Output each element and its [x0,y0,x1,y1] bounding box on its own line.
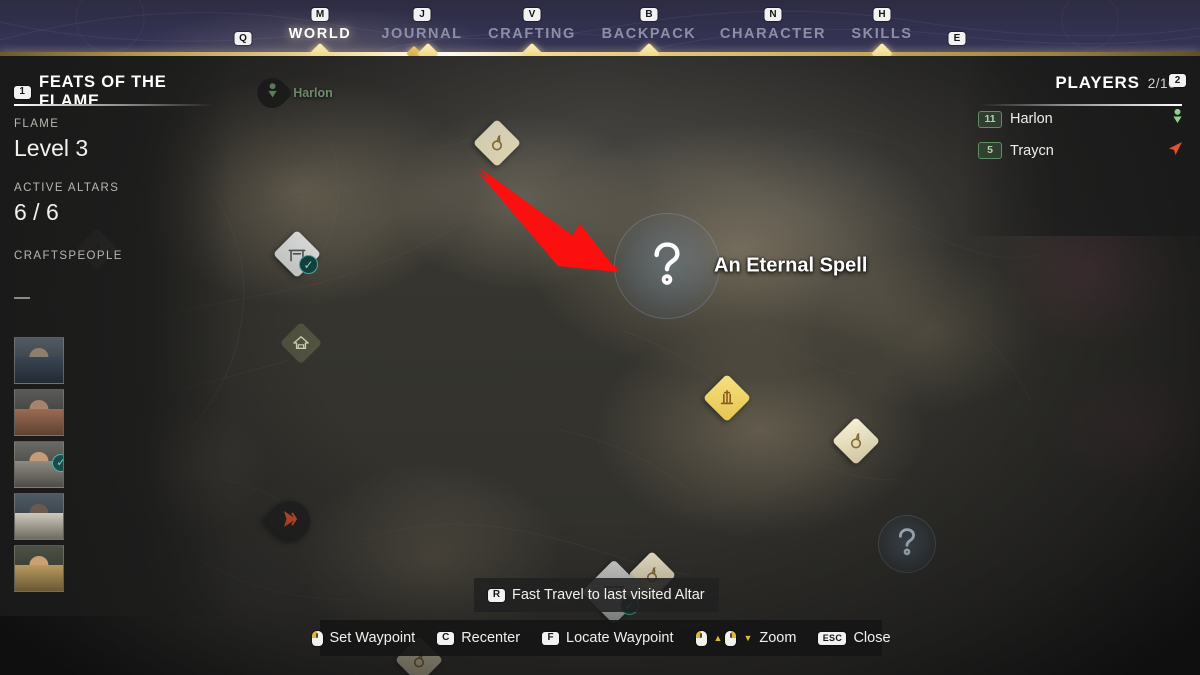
hotbar-zoom[interactable]: ▲ ▼ Zoom [695,630,797,646]
annotation-arrow [478,168,620,272]
panel-divider [14,104,214,106]
hotbar-close[interactable]: ESC Close [818,630,891,646]
list-item[interactable] [14,389,64,436]
active-altars-label: ACTIVE ALTARS [14,182,120,194]
nav-item-journal[interactable]: JOURNAL [381,26,462,42]
flame-level-value: Level 3 [14,135,89,161]
nav-item-crafting[interactable]: CRAFTING [488,26,576,42]
player-pin-icon [266,82,279,104]
player-level-badge: 11 [978,110,1002,128]
craftspeople-label: CRAFTSPEOPLE [14,250,123,262]
poi-question-small[interactable] [878,515,936,573]
nav-key-world[interactable]: M [311,8,329,21]
hotbar-locate-waypoint[interactable]: F Locate Waypoint [542,630,674,646]
map-hotbar: Set Waypoint C Recenter F Locate Waypoin… [311,620,891,656]
poi-label: An Eternal Spell [714,254,868,277]
fast-travel-tooltip: R Fast Travel to last visited Altar [474,578,719,612]
player-level-badge: 5 [978,142,1002,159]
players-panel: PLAYERS 2/16 2 11 Harlon 5 Traycn [960,56,1200,236]
flame-altar-icon [489,134,506,152]
mouse-scroll-icon [725,630,737,646]
players-title-row: PLAYERS 2/16 [1055,73,1176,93]
player-name: Traycn [1010,142,1054,159]
list-item[interactable] [14,337,64,384]
scroll-down-indicator-icon: ▼ [743,633,753,643]
monument-icon [718,389,736,407]
waypoint-arrow-icon [279,508,301,535]
map-screen: ✓ An Eternal Spell Harlon Q E M WORLD J … [0,0,1200,675]
craftspeople-list: ✓ [14,337,64,592]
scroll-up-indicator-icon: ▲ [713,633,723,643]
question-mark-icon [895,527,919,561]
hotbar-set-waypoint[interactable]: Set Waypoint [311,630,416,646]
hotbar-key[interactable]: F [542,631,560,645]
flame-label: FLAME [14,118,60,130]
nav-key-backpack[interactable]: B [640,8,658,21]
nav-key-skills[interactable]: H [873,8,891,21]
top-navigation-bar: Q E M WORLD J JOURNAL V CRAFTING B BACKP… [0,0,1200,56]
nav-item-backpack[interactable]: BACKPACK [602,26,697,42]
hotbar-key[interactable]: ESC [818,631,847,645]
altar-marker-north[interactable] [472,118,522,168]
list-item[interactable] [14,493,64,540]
hotbar-label: Close [853,630,891,646]
arrow-red-icon [1166,139,1184,162]
players-title: PLAYERS [1055,73,1140,92]
players-badge: 2 [1169,74,1186,87]
mouse-scroll-icon [695,630,707,646]
hotbar-label: Recenter [461,630,521,646]
shelter-icon [292,335,310,351]
gate-marker[interactable]: ✓ [272,229,322,279]
hotbar-label: Locate Waypoint [566,630,674,646]
fast-travel-key[interactable]: R [488,588,505,602]
list-item[interactable]: 11 Harlon [978,108,1184,130]
altar-marker-east[interactable] [831,416,881,466]
player-name: Harlon [1010,111,1053,127]
nav-item-character[interactable]: CHARACTER [720,26,826,42]
nav-next-key[interactable]: E [948,32,966,45]
gate-completed-check-icon: ✓ [299,255,318,274]
list-item[interactable] [14,545,64,592]
map-player-tag-label: Harlon [293,86,333,100]
hotbar-label: Zoom [759,630,797,646]
nav-key-journal[interactable]: J [413,8,431,21]
flame-altar-icon [848,432,865,450]
panel-title-badge: 1 [14,85,31,99]
players-divider [980,104,1182,106]
waypoint-pin[interactable] [261,492,319,550]
hotbar-recenter[interactable]: C Recenter [437,630,520,646]
hotbar-key[interactable]: C [437,631,455,645]
map-player-tag-harlon[interactable]: Harlon [250,71,333,115]
panel-small-dash [14,297,30,299]
shelter-marker[interactable] [279,321,323,365]
monument-marker[interactable] [702,373,752,423]
list-item[interactable]: ✓ [14,441,64,488]
nav-item-world[interactable]: WORLD [289,26,352,42]
nav-key-character[interactable]: N [764,8,782,21]
nav-item-skills[interactable]: SKILLS [851,26,912,42]
nav-prev-key[interactable]: Q [234,32,252,45]
nav-key-crafting[interactable]: V [523,8,541,21]
player-pin-icon [1171,108,1184,130]
fast-travel-label: Fast Travel to last visited Altar [512,587,705,603]
list-item[interactable]: 5 Traycn [978,139,1184,162]
active-altars-value: 6 / 6 [14,199,59,225]
nav-items: Q E M WORLD J JOURNAL V CRAFTING B BACKP… [0,0,1200,56]
craftsperson-check-icon: ✓ [52,454,63,472]
hotbar-label: Set Waypoint [329,630,416,646]
mouse-left-click-icon [311,630,323,646]
feats-of-the-flame-panel: 1 FEATS OF THE FLAME FLAME Level 3 ACTIV… [0,56,232,616]
